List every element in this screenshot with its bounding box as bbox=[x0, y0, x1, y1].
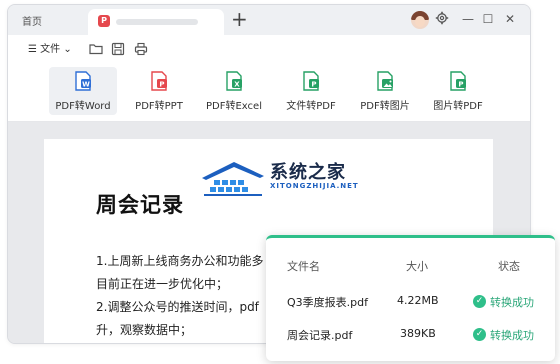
pdf-to-word-label: PDF转Word bbox=[55, 101, 111, 112]
excel-icon: X bbox=[226, 71, 242, 91]
document-title: 周会记录 bbox=[96, 193, 184, 217]
image-icon bbox=[377, 71, 393, 91]
menu-icon: ☰ bbox=[28, 44, 37, 55]
file-to-pdf-label: 文件转PDF bbox=[286, 101, 336, 112]
pdf-icon: P bbox=[98, 15, 110, 27]
svg-text:W: W bbox=[82, 81, 90, 89]
image-to-pdf-button[interactable]: P 图片转PDF bbox=[428, 67, 488, 115]
svg-text:P: P bbox=[458, 81, 463, 89]
menu-bar: ☰ 文件 ⌄ bbox=[8, 35, 530, 61]
pdf-to-word-button[interactable]: W PDF转Word bbox=[49, 67, 117, 115]
watermark-name: 系统之家 bbox=[270, 162, 346, 183]
gear-icon[interactable] bbox=[434, 11, 450, 27]
column-header-size: 大小 bbox=[406, 260, 428, 273]
check-icon: ✓ bbox=[473, 295, 486, 308]
file-name: 周会记录.pdf bbox=[287, 329, 353, 342]
minimize-button[interactable]: — bbox=[460, 11, 476, 27]
watermark-url: XITONGZHIJIA.NET bbox=[270, 182, 359, 190]
image-to-pdf-label: 图片转PDF bbox=[433, 101, 483, 112]
title-bar: 首页 P + — ☐ ✕ bbox=[8, 5, 530, 35]
word-icon: W bbox=[75, 71, 91, 91]
pdf-to-image-label: PDF转图片 bbox=[360, 101, 410, 112]
print-icon[interactable] bbox=[134, 41, 148, 56]
house-logo-icon bbox=[202, 162, 264, 196]
folder-icon[interactable] bbox=[89, 41, 103, 55]
tab-active-document[interactable]: P bbox=[88, 9, 224, 35]
conversion-toolbar: W PDF转Word P PDF转PPT X PDF转Excel P 文件转PD… bbox=[8, 61, 530, 122]
close-button[interactable]: ✕ bbox=[502, 11, 518, 27]
document-line: 升，观察数据中； bbox=[96, 323, 193, 337]
file-size: 4.22MB bbox=[397, 294, 439, 307]
file-name: Q3季度报表.pdf bbox=[287, 296, 368, 309]
pdf-to-ppt-button[interactable]: P PDF转PPT bbox=[130, 67, 188, 115]
watermark-logo: 系统之家 XITONGZHIJIA.NET bbox=[200, 158, 360, 202]
chevron-down-icon: ⌄ bbox=[63, 44, 72, 55]
status-badge: 转换成功 bbox=[490, 329, 534, 342]
pdf-to-excel-button[interactable]: X PDF转Excel bbox=[201, 67, 267, 115]
pdf-to-excel-label: PDF转Excel bbox=[206, 101, 262, 112]
pdf-to-ppt-label: PDF转PPT bbox=[135, 101, 183, 112]
status-badge: 转换成功 bbox=[490, 296, 534, 309]
column-header-name: 文件名 bbox=[287, 260, 320, 273]
tab-home[interactable]: 首页 bbox=[22, 13, 42, 28]
file-menu-label: 文件 bbox=[40, 44, 61, 55]
save-icon[interactable] bbox=[111, 41, 125, 56]
document-line: 1.上周新上线商务办公和功能多 bbox=[96, 254, 264, 268]
file-to-pdf-button[interactable]: P 文件转PDF bbox=[280, 67, 342, 115]
document-line: 目前正在进一步优化中； bbox=[96, 277, 229, 291]
file-size: 389KB bbox=[400, 327, 436, 340]
user-avatar[interactable] bbox=[411, 11, 429, 29]
svg-text:P: P bbox=[311, 81, 316, 89]
document-line: 2.调整公众号的推送时间，pdf bbox=[96, 300, 259, 314]
file-menu[interactable]: ☰ 文件 ⌄ bbox=[28, 40, 72, 55]
column-header-status: 状态 bbox=[498, 260, 520, 273]
tab-title-placeholder bbox=[116, 19, 198, 25]
conversion-result-panel: 文件名 大小 状态 Q3季度报表.pdf 4.22MB ✓ 转换成功 周会记录.… bbox=[266, 235, 555, 361]
pdf-to-image-button[interactable]: PDF转图片 bbox=[355, 67, 415, 115]
svg-text:X: X bbox=[234, 81, 240, 89]
pdf-icon: P bbox=[450, 71, 466, 91]
pdf-icon: P bbox=[303, 71, 319, 91]
ppt-icon: P bbox=[151, 71, 167, 91]
new-tab-button[interactable]: + bbox=[231, 7, 248, 31]
maximize-button[interactable]: ☐ bbox=[480, 11, 496, 27]
svg-text:P: P bbox=[159, 81, 164, 89]
check-icon: ✓ bbox=[473, 328, 486, 341]
